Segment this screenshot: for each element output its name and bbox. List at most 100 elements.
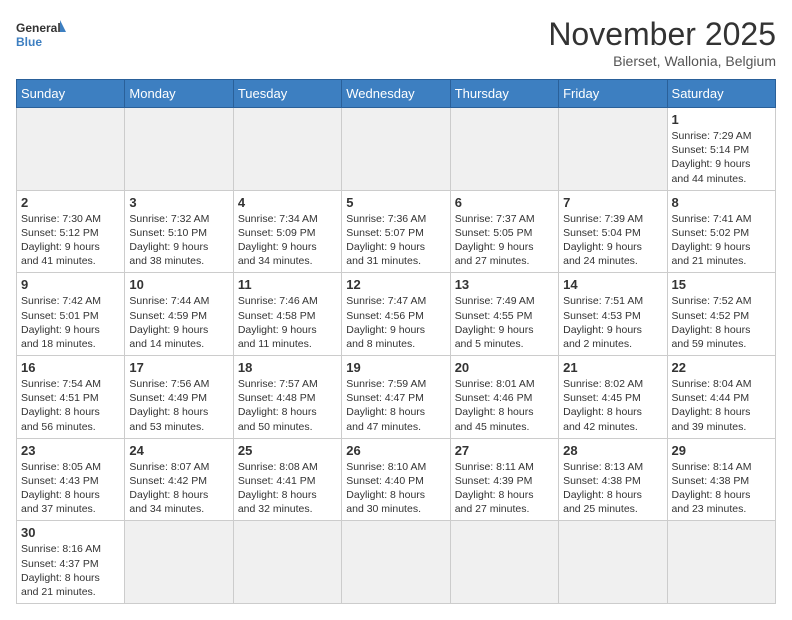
day-number: 15 xyxy=(672,277,771,292)
calendar-cell: 19 Sunrise: 7:59 AM Sunset: 4:47 PM Dayli… xyxy=(342,356,450,439)
calendar-cell: 15 Sunrise: 7:52 AM Sunset: 4:52 PM Dayli… xyxy=(667,273,775,356)
day-info: Sunrise: 7:54 AM Sunset: 4:51 PM Dayligh… xyxy=(21,377,120,434)
logo: General Blue xyxy=(16,16,66,56)
calendar-cell: 17 Sunrise: 7:56 AM Sunset: 4:49 PM Dayli… xyxy=(125,356,233,439)
day-info: Sunrise: 8:07 AM Sunset: 4:42 PM Dayligh… xyxy=(129,460,228,517)
calendar-cell: 7 Sunrise: 7:39 AM Sunset: 5:04 PM Daylig… xyxy=(559,190,667,273)
page-header: General Blue November 2025 Bierset, Wall… xyxy=(16,16,776,69)
weekday-header-row: SundayMondayTuesdayWednesdayThursdayFrid… xyxy=(17,80,776,108)
calendar-week-row: 30Sunrise: 8:16 AM Sunset: 4:37 PM Dayli… xyxy=(17,521,776,604)
calendar-cell xyxy=(342,108,450,191)
day-info: Sunrise: 8:14 AM Sunset: 4:38 PM Dayligh… xyxy=(672,460,771,517)
calendar-cell: 12 Sunrise: 7:47 AM Sunset: 4:56 PM Dayli… xyxy=(342,273,450,356)
calendar-cell xyxy=(559,108,667,191)
day-number: 17 xyxy=(129,360,228,375)
calendar-week-row: 16Sunrise: 7:54 AM Sunset: 4:51 PM Dayli… xyxy=(17,356,776,439)
day-number: 24 xyxy=(129,443,228,458)
calendar-cell xyxy=(125,521,233,604)
day-number: 27 xyxy=(455,443,554,458)
day-number: 21 xyxy=(563,360,662,375)
svg-text:Blue: Blue xyxy=(16,35,42,49)
day-info: Sunrise: 7:37 AM Sunset: 5:05 PM Dayligh… xyxy=(455,212,554,269)
calendar-cell: 13 Sunrise: 7:49 AM Sunset: 4:55 PM Dayli… xyxy=(450,273,558,356)
calendar-cell xyxy=(667,521,775,604)
day-number: 12 xyxy=(346,277,445,292)
day-info: Sunrise: 7:44 AM Sunset: 4:59 PM Dayligh… xyxy=(129,294,228,351)
calendar-cell xyxy=(450,521,558,604)
day-info: Sunrise: 7:46 AM Sunset: 4:58 PM Dayligh… xyxy=(238,294,337,351)
weekday-header-saturday: Saturday xyxy=(667,80,775,108)
day-info: Sunrise: 7:57 AM Sunset: 4:48 PM Dayligh… xyxy=(238,377,337,434)
day-number: 6 xyxy=(455,195,554,210)
day-number: 3 xyxy=(129,195,228,210)
day-number: 22 xyxy=(672,360,771,375)
day-info: Sunrise: 7:49 AM Sunset: 4:55 PM Dayligh… xyxy=(455,294,554,351)
weekday-header-tuesday: Tuesday xyxy=(233,80,341,108)
calendar-cell: 27 Sunrise: 8:11 AM Sunset: 4:39 PM Dayli… xyxy=(450,438,558,521)
calendar-cell: 25 Sunrise: 8:08 AM Sunset: 4:41 PM Dayli… xyxy=(233,438,341,521)
weekday-header-sunday: Sunday xyxy=(17,80,125,108)
calendar-cell: 20Sunrise: 8:01 AM Sunset: 4:46 PM Dayli… xyxy=(450,356,558,439)
day-info: Sunrise: 8:08 AM Sunset: 4:41 PM Dayligh… xyxy=(238,460,337,517)
calendar-cell: 28 Sunrise: 8:13 AM Sunset: 4:38 PM Dayli… xyxy=(559,438,667,521)
calendar-cell: 11 Sunrise: 7:46 AM Sunset: 4:58 PM Dayli… xyxy=(233,273,341,356)
calendar-cell xyxy=(559,521,667,604)
calendar-cell: 22Sunrise: 8:04 AM Sunset: 4:44 PM Dayli… xyxy=(667,356,775,439)
calendar-cell: 30Sunrise: 8:16 AM Sunset: 4:37 PM Dayli… xyxy=(17,521,125,604)
calendar-cell: 10Sunrise: 7:44 AM Sunset: 4:59 PM Dayli… xyxy=(125,273,233,356)
calendar-cell: 3 Sunrise: 7:32 AM Sunset: 5:10 PM Daylig… xyxy=(125,190,233,273)
calendar-cell: 8Sunrise: 7:41 AM Sunset: 5:02 PM Daylig… xyxy=(667,190,775,273)
calendar-cell: 23Sunrise: 8:05 AM Sunset: 4:43 PM Dayli… xyxy=(17,438,125,521)
day-info: Sunrise: 7:34 AM Sunset: 5:09 PM Dayligh… xyxy=(238,212,337,269)
calendar-week-row: 2Sunrise: 7:30 AM Sunset: 5:12 PM Daylig… xyxy=(17,190,776,273)
day-info: Sunrise: 7:32 AM Sunset: 5:10 PM Dayligh… xyxy=(129,212,228,269)
day-info: Sunrise: 8:13 AM Sunset: 4:38 PM Dayligh… xyxy=(563,460,662,517)
day-info: Sunrise: 7:59 AM Sunset: 4:47 PM Dayligh… xyxy=(346,377,445,434)
day-number: 19 xyxy=(346,360,445,375)
calendar-cell xyxy=(450,108,558,191)
calendar-cell: 21 Sunrise: 8:02 AM Sunset: 4:45 PM Dayli… xyxy=(559,356,667,439)
calendar-cell: 9Sunrise: 7:42 AM Sunset: 5:01 PM Daylig… xyxy=(17,273,125,356)
day-info: Sunrise: 7:30 AM Sunset: 5:12 PM Dayligh… xyxy=(21,212,120,269)
day-number: 9 xyxy=(21,277,120,292)
day-number: 8 xyxy=(672,195,771,210)
day-number: 11 xyxy=(238,277,337,292)
calendar-cell: 5Sunrise: 7:36 AM Sunset: 5:07 PM Daylig… xyxy=(342,190,450,273)
svg-text:General: General xyxy=(16,21,61,35)
calendar-cell xyxy=(342,521,450,604)
day-info: Sunrise: 7:39 AM Sunset: 5:04 PM Dayligh… xyxy=(563,212,662,269)
calendar-cell: 26 Sunrise: 8:10 AM Sunset: 4:40 PM Dayli… xyxy=(342,438,450,521)
day-info: Sunrise: 7:52 AM Sunset: 4:52 PM Dayligh… xyxy=(672,294,771,351)
calendar-cell: 29Sunrise: 8:14 AM Sunset: 4:38 PM Dayli… xyxy=(667,438,775,521)
day-info: Sunrise: 7:56 AM Sunset: 4:49 PM Dayligh… xyxy=(129,377,228,434)
calendar-week-row: 23Sunrise: 8:05 AM Sunset: 4:43 PM Dayli… xyxy=(17,438,776,521)
day-number: 25 xyxy=(238,443,337,458)
day-info: Sunrise: 8:02 AM Sunset: 4:45 PM Dayligh… xyxy=(563,377,662,434)
day-number: 30 xyxy=(21,525,120,540)
day-number: 7 xyxy=(563,195,662,210)
day-number: 20 xyxy=(455,360,554,375)
day-info: Sunrise: 8:05 AM Sunset: 4:43 PM Dayligh… xyxy=(21,460,120,517)
calendar-cell xyxy=(233,108,341,191)
day-number: 28 xyxy=(563,443,662,458)
day-number: 26 xyxy=(346,443,445,458)
location-title: Bierset, Wallonia, Belgium xyxy=(548,53,776,69)
weekday-header-friday: Friday xyxy=(559,80,667,108)
calendar-cell: 4 Sunrise: 7:34 AM Sunset: 5:09 PM Daylig… xyxy=(233,190,341,273)
day-number: 5 xyxy=(346,195,445,210)
day-info: Sunrise: 7:51 AM Sunset: 4:53 PM Dayligh… xyxy=(563,294,662,351)
day-info: Sunrise: 8:10 AM Sunset: 4:40 PM Dayligh… xyxy=(346,460,445,517)
calendar-cell xyxy=(17,108,125,191)
calendar-cell: 6 Sunrise: 7:37 AM Sunset: 5:05 PM Daylig… xyxy=(450,190,558,273)
day-number: 14 xyxy=(563,277,662,292)
title-area: November 2025 Bierset, Wallonia, Belgium xyxy=(548,16,776,69)
calendar-cell: 1Sunrise: 7:29 AM Sunset: 5:14 PM Daylig… xyxy=(667,108,775,191)
day-info: Sunrise: 7:47 AM Sunset: 4:56 PM Dayligh… xyxy=(346,294,445,351)
day-number: 4 xyxy=(238,195,337,210)
day-number: 13 xyxy=(455,277,554,292)
day-number: 1 xyxy=(672,112,771,127)
day-info: Sunrise: 8:11 AM Sunset: 4:39 PM Dayligh… xyxy=(455,460,554,517)
calendar-cell xyxy=(125,108,233,191)
day-number: 18 xyxy=(238,360,337,375)
calendar-week-row: 1Sunrise: 7:29 AM Sunset: 5:14 PM Daylig… xyxy=(17,108,776,191)
